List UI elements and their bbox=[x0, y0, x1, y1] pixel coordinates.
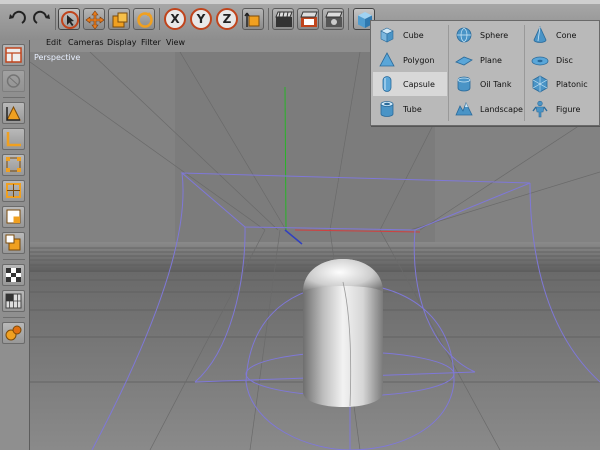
workplane-mode-icon[interactable] bbox=[2, 290, 25, 312]
capsule-object[interactable] bbox=[303, 259, 383, 407]
primitive-cube-item[interactable]: Cube bbox=[373, 23, 447, 47]
viewport-layout-icon[interactable] bbox=[2, 44, 25, 66]
capsule-icon bbox=[378, 75, 396, 93]
figure-icon bbox=[531, 100, 549, 118]
menu-filter[interactable]: Filter bbox=[141, 38, 161, 47]
sphere-icon bbox=[455, 26, 473, 44]
primitive-figure-label: Figure bbox=[556, 105, 581, 114]
animation-mode-icon[interactable] bbox=[2, 322, 25, 344]
move-tool-icon[interactable] bbox=[83, 8, 105, 30]
menu-column-separator bbox=[448, 25, 449, 121]
z-axis-label: Z bbox=[222, 12, 232, 26]
primitive-polygon-item[interactable]: Polygon bbox=[373, 48, 447, 72]
menu-view[interactable]: View bbox=[166, 38, 185, 47]
palette-separator bbox=[3, 259, 25, 260]
primitive-cone-label: Cone bbox=[556, 31, 577, 40]
polygon-icon bbox=[378, 51, 396, 69]
palette-separator bbox=[3, 317, 25, 318]
primitive-platonic-label: Platonic bbox=[556, 80, 588, 89]
cone-icon bbox=[531, 26, 549, 44]
rotate-tool-icon[interactable] bbox=[133, 8, 155, 30]
primitive-tube-item[interactable]: Tube bbox=[373, 97, 447, 121]
undo-icon[interactable] bbox=[6, 8, 28, 30]
oil-tank-icon bbox=[455, 75, 473, 93]
toolbar-separator bbox=[268, 8, 269, 30]
palette-separator bbox=[3, 97, 25, 98]
primitive-disc-label: Disc bbox=[556, 56, 573, 65]
primitive-cube-label: Cube bbox=[403, 31, 424, 40]
tube-icon bbox=[378, 100, 396, 118]
polygons-mode-icon[interactable] bbox=[2, 206, 25, 228]
viewport-menubar: Edit Cameras Display Filter View bbox=[30, 36, 370, 50]
primitive-cone-item[interactable]: Cone bbox=[526, 23, 600, 47]
toolbar-separator bbox=[55, 8, 56, 30]
edges-mode-icon[interactable] bbox=[2, 180, 25, 202]
x-axis-lock-button[interactable]: X bbox=[164, 8, 186, 30]
render-view-icon[interactable] bbox=[272, 8, 294, 30]
primitive-sphere-item[interactable]: Sphere bbox=[450, 23, 524, 47]
title-strip bbox=[0, 0, 600, 4]
points-mode-icon[interactable] bbox=[2, 154, 25, 176]
menu-edit[interactable]: Edit bbox=[46, 38, 62, 47]
primitive-landscape-item[interactable]: Landscape bbox=[450, 97, 524, 121]
primitive-oil-tank-item[interactable]: Oil Tank bbox=[450, 72, 524, 96]
disc-icon bbox=[531, 51, 549, 69]
menu-column-separator bbox=[524, 25, 525, 121]
primitives-dropdown-menu: Cube Polygon Capsule Tube Sphere Plane O… bbox=[370, 20, 600, 126]
texture-mode-icon[interactable] bbox=[2, 264, 25, 286]
primitive-polygon-label: Polygon bbox=[403, 56, 435, 65]
y-axis-label: Y bbox=[196, 12, 206, 26]
left-tool-palette bbox=[0, 40, 30, 450]
make-editable-icon[interactable] bbox=[2, 70, 25, 92]
model-mode-icon[interactable] bbox=[2, 102, 25, 124]
coordinate-system-icon[interactable] bbox=[242, 8, 264, 30]
primitive-plane-label: Plane bbox=[480, 56, 502, 65]
toolbar-separator bbox=[159, 8, 160, 30]
primitive-landscape-label: Landscape bbox=[480, 105, 523, 114]
toolbar-separator bbox=[348, 8, 349, 30]
viewport-title: Perspective bbox=[34, 53, 81, 62]
object-axis-icon[interactable] bbox=[2, 128, 25, 150]
platonic-icon bbox=[531, 75, 549, 93]
primitive-plane-item[interactable]: Plane bbox=[450, 48, 524, 72]
plane-icon bbox=[455, 51, 473, 69]
primitive-figure-item[interactable]: Figure bbox=[526, 97, 600, 121]
live-selection-icon[interactable] bbox=[58, 8, 80, 30]
menu-display[interactable]: Display bbox=[107, 38, 137, 47]
primitive-oil-tank-label: Oil Tank bbox=[480, 80, 512, 89]
z-axis-lock-button[interactable]: Z bbox=[216, 8, 238, 30]
y-axis-lock-button[interactable]: Y bbox=[190, 8, 212, 30]
primitive-disc-item[interactable]: Disc bbox=[526, 48, 600, 72]
render-to-picture-viewer-icon[interactable] bbox=[297, 8, 319, 30]
primitive-tube-label: Tube bbox=[403, 105, 422, 114]
cube-icon bbox=[378, 26, 396, 44]
landscape-icon bbox=[455, 100, 473, 118]
primitive-platonic-item[interactable]: Platonic bbox=[526, 72, 600, 96]
primitive-sphere-label: Sphere bbox=[480, 31, 509, 40]
redo-icon[interactable] bbox=[31, 8, 53, 30]
horizon-grid-band bbox=[30, 242, 600, 272]
render-settings-icon[interactable] bbox=[322, 8, 344, 30]
menu-cameras[interactable]: Cameras bbox=[68, 38, 104, 47]
uv-mode-icon[interactable] bbox=[2, 232, 25, 254]
scale-tool-icon[interactable] bbox=[108, 8, 130, 30]
primitive-capsule-label: Capsule bbox=[403, 80, 435, 89]
primitive-capsule-item[interactable]: Capsule bbox=[373, 72, 447, 96]
x-axis-label: X bbox=[170, 12, 180, 26]
